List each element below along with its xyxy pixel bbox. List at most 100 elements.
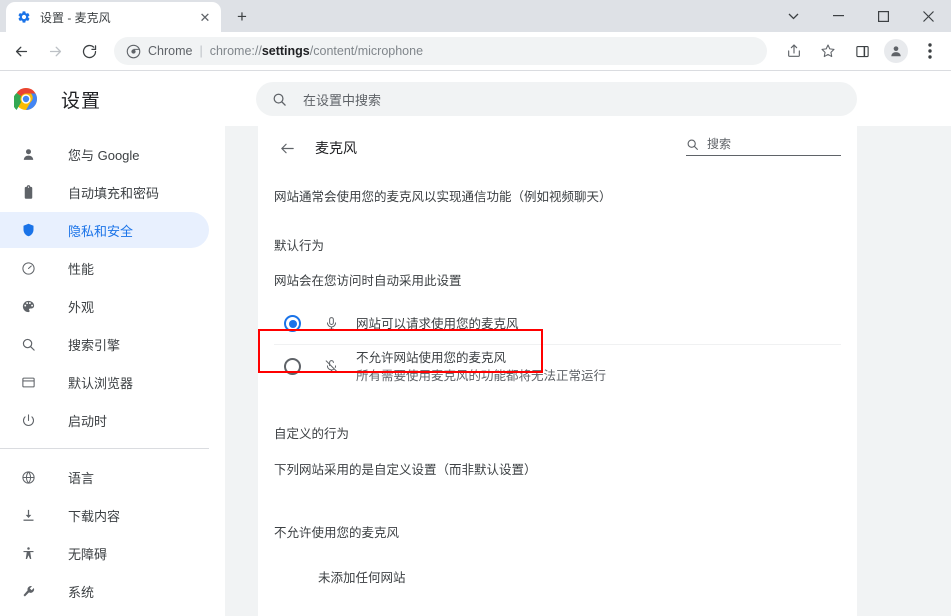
sidebar-item-default-browser[interactable]: 默认浏览器 [0,364,209,400]
radio-option-block[interactable]: 不允许网站使用您的麦克风 所有需要使用麦克风的功能都将无法正常运行 [274,345,841,389]
tab-close-icon[interactable]: ✕ [197,9,213,25]
card-header: 麦克风 搜索 [258,126,857,170]
default-behavior-label: 默认行为 [274,239,325,253]
minimize-icon[interactable] [816,0,861,32]
sidebar-item-label: 搜索引擎 [68,337,121,353]
radio-button-selected[interactable] [284,315,301,332]
page-title: 设置 [61,90,102,112]
microphone-off-icon [322,359,340,374]
clipboard-icon [18,184,38,200]
address-bar[interactable]: Chrome | chrome://settings/content/micro… [114,37,767,65]
more-menu-icon[interactable] [916,37,944,65]
toolbar-right-actions [773,37,951,65]
sidebar-item-downloads[interactable]: 下载内容 [0,497,209,533]
custom-behavior-sub: 下列网站采用的是自定义设置（而非默认设置） [274,462,537,477]
maximize-icon[interactable] [861,0,906,32]
omnibox-url: chrome://settings/content/microphone [210,44,423,58]
microphone-icon [322,316,340,331]
window-controls [771,0,951,32]
content-search-input[interactable]: 搜索 [686,135,841,156]
search-icon [272,92,287,107]
forward-arrow-icon[interactable] [41,37,69,65]
microphone-description: 网站通常会使用您的麦克风以实现通信功能（例如视频聊天） [274,190,612,204]
sidebar-item-label: 启动时 [68,413,108,429]
sidebar-item-label: 默认浏览器 [68,375,134,391]
default-behavior-radio-group: 网站可以请求使用您的麦克风 不允许网站使用您的麦克风 所有需要使用麦克风的功能都… [274,303,841,389]
side-panel-icon[interactable] [848,37,876,65]
sidebar-item-appearance[interactable]: 外观 [0,288,209,324]
block-group-empty-note: 未添加任何网站 [318,570,406,585]
search-icon [18,337,38,352]
share-icon[interactable] [780,37,808,65]
settings-header: 设置 在设置中搜索 [0,72,951,126]
chrome-shield-icon [126,44,141,59]
radio-button-unselected[interactable] [284,358,301,376]
card-title: 麦克风 [315,140,357,156]
back-arrow-icon[interactable] [7,37,35,65]
omnibox-scheme-label: Chrome [148,44,193,58]
sidebar-item-system[interactable]: 系统 [0,573,209,609]
url-prefix: chrome:// [209,44,262,58]
power-icon [18,413,38,428]
settings-search-input[interactable]: 在设置中搜索 [256,82,857,116]
shield-icon [18,222,38,238]
browser-window-icon [18,375,38,390]
browser-tab[interactable]: 设置 - 麦克风 ✕ [6,2,221,32]
tab-title: 设置 - 麦克风 [40,10,111,25]
radio-option-allow[interactable]: 网站可以请求使用您的麦克风 [274,303,841,345]
person-icon [18,147,38,162]
sidebar-item-privacy-security[interactable]: 隐私和安全 [0,212,209,248]
block-group-label: 不允许使用您的麦克风 [274,525,400,540]
sidebar-item-label: 您与 Google [68,147,140,163]
default-behavior-sub: 网站会在您访问时自动采用此设置 [274,274,462,288]
settings-body: 您与 Google 自动填充和密码 隐私和安全 性能 外观 搜索引擎 默认浏览器… [0,126,951,616]
back-arrow-icon[interactable] [272,133,302,163]
bookmark-star-icon[interactable] [814,37,842,65]
sidebar-item-label: 外观 [68,299,95,315]
radio-option-label: 网站可以请求使用您的麦克风 [356,316,519,331]
close-icon[interactable] [906,0,951,32]
radio-option-sublabel: 所有需要使用麦克风的功能都将无法正常运行 [356,369,607,383]
radio-option-texts: 不允许网站使用您的麦克风 所有需要使用麦克风的功能都将无法正常运行 [356,349,606,385]
url-suffix: /content/microphone [309,44,424,58]
speedometer-icon [18,261,38,276]
wrench-icon [18,584,38,599]
tab-strip: 设置 - 麦克风 ✕ + [0,0,951,32]
settings-sidebar: 您与 Google 自动填充和密码 隐私和安全 性能 外观 搜索引擎 默认浏览器… [0,126,225,616]
sidebar-divider [0,448,209,449]
sidebar-item-on-startup[interactable]: 启动时 [0,402,209,438]
sidebar-item-label: 语言 [68,470,95,486]
sidebar-item-performance[interactable]: 性能 [0,250,209,286]
sidebar-item-reset-settings[interactable]: 重置设置 [0,611,209,616]
sidebar-item-label: 自动填充和密码 [68,185,160,201]
microphone-settings-card: 麦克风 搜索 网站通常会使用您的麦克风以实现通信功能（例如视频聊天） 默认行为 … [258,126,857,616]
sidebar-item-languages[interactable]: 语言 [0,459,209,495]
tab-search-chevron-down-icon[interactable] [771,0,816,32]
accessibility-icon [18,546,38,561]
omnibox-separator: | [199,44,203,58]
new-tab-button[interactable]: + [228,3,256,31]
custom-behavior-label: 自定义的行为 [274,426,350,441]
profile-avatar-icon[interactable] [884,39,908,63]
palette-icon [18,299,38,314]
url-bold-part: settings [261,44,310,58]
sidebar-item-autofill-passwords[interactable]: 自动填充和密码 [0,174,209,210]
browser-toolbar: Chrome | chrome://settings/content/micro… [0,32,951,71]
sidebar-item-label: 无障碍 [68,546,108,562]
gear-icon [17,10,31,24]
sidebar-item-you-and-google[interactable]: 您与 Google [0,136,209,172]
sidebar-item-label: 隐私和安全 [68,223,134,239]
globe-icon [18,470,38,485]
content-search-placeholder: 搜索 [707,137,732,151]
download-icon [18,508,38,523]
sidebar-item-label: 下载内容 [68,508,121,524]
chrome-logo-icon [14,87,38,111]
settings-search-placeholder: 在设置中搜索 [303,92,382,108]
sidebar-item-accessibility[interactable]: 无障碍 [0,535,209,571]
sidebar-item-search-engine[interactable]: 搜索引擎 [0,326,209,362]
sidebar-item-label: 性能 [68,261,95,277]
radio-option-label: 不允许网站使用您的麦克风 [356,351,507,365]
sidebar-item-label: 系统 [68,584,95,600]
search-icon [686,138,699,151]
reload-icon[interactable] [75,37,103,65]
